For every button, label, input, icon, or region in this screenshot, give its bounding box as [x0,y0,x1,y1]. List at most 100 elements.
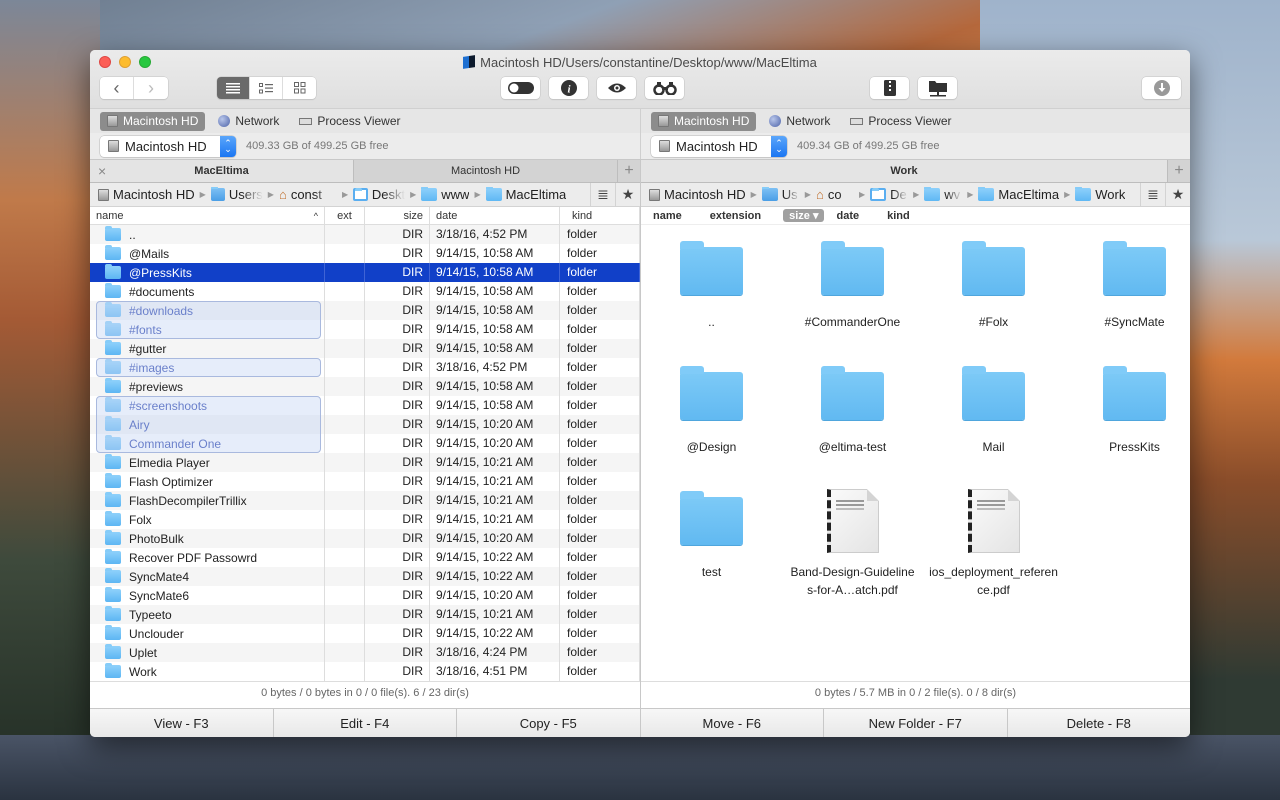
folder-item[interactable]: @Design [641,362,782,487]
column-date[interactable]: date [430,207,560,224]
right-volume-select[interactable]: Macintosh HD ⌃ ⌄ [651,135,787,157]
folder-item[interactable]: .. [641,237,782,362]
folder-item[interactable]: @eltima-test [782,362,923,487]
folder-item[interactable]: #SyncMate [1064,237,1190,362]
network-share-button[interactable] [918,77,957,99]
crumb-home[interactable]: ⌂ co [816,187,854,202]
history-list-button[interactable]: ≣ [590,183,615,206]
sort-by-size[interactable]: size ▾ [783,209,825,222]
file-row[interactable]: PhotoBulk DIR 9/14/15, 10:20 AM folder [90,529,640,548]
crumb-maceltima[interactable]: MacEltima [978,187,1059,202]
delete-f8-button[interactable]: Delete - F8 [1008,709,1191,737]
file-row[interactable]: #fonts DIR 9/14/15, 10:58 AM folder [90,320,640,339]
file-row[interactable]: Flash Optimizer DIR 9/14/15, 10:21 AM folde… [90,472,640,491]
crumb-www[interactable]: wv [924,187,962,202]
crumb-desktop[interactable]: De [870,187,908,202]
history-list-button[interactable]: ≣ [1140,183,1165,206]
file-row[interactable]: SyncMate4 DIR 9/14/15, 10:22 AM folder [90,567,640,586]
folder-item[interactable]: Mail [923,362,1064,487]
file-size: DIR [365,339,430,358]
file-row[interactable]: Airy DIR 9/14/15, 10:20 AM folder [90,415,640,434]
file-row[interactable]: FlashDecompilerTrillix DIR 9/14/15, 10:21 … [90,491,640,510]
folder-item[interactable]: test [641,487,782,612]
file-row[interactable]: #gutter DIR 9/14/15, 10:58 AM folder [90,339,640,358]
favorites-button[interactable]: ★ [1165,183,1190,206]
new-folder-f7-button[interactable]: New Folder - F7 [824,709,1008,737]
sort-by-extension[interactable]: extension [710,210,761,222]
sort-by-name[interactable]: name [653,210,682,222]
download-button[interactable] [1142,77,1181,99]
add-tab-button[interactable]: + [1168,160,1190,182]
right-drive-macintosh-hd[interactable]: Macintosh HD [651,111,757,131]
view-f3-button[interactable]: View - F3 [90,709,274,737]
file-row[interactable]: #documents DIR 9/14/15, 10:58 AM folder [90,282,640,301]
file-row[interactable]: @PressKits DIR 9/14/15, 10:58 AM folder [90,263,640,282]
crumb-work[interactable]: Work [1075,187,1125,202]
left-drive-process-viewer[interactable]: Process Viewer [292,112,407,131]
copy-f5-button[interactable]: Copy - F5 [457,709,641,737]
column-kind[interactable]: kind [560,207,640,224]
quick-look-button[interactable] [597,77,636,99]
forward-button[interactable]: › [134,77,168,99]
move-f6-button[interactable]: Move - F6 [641,709,824,737]
crumb-macintosh-hd[interactable]: Macintosh HD [649,187,746,202]
column-size[interactable]: size [365,207,430,224]
favorites-button[interactable]: ★ [615,183,640,206]
search-button[interactable] [645,77,684,99]
file-row[interactable]: @Mails DIR 9/14/15, 10:58 AM folder [90,244,640,263]
crumb-maceltima[interactable]: MacEltima [485,187,566,202]
file-ext-cell [325,548,365,567]
crumb-macintosh-hd[interactable]: Macintosh HD [98,187,195,202]
sort-by-kind[interactable]: kind [887,210,910,222]
crumb-users[interactable]: Users [210,187,263,202]
back-button[interactable]: ‹ [100,77,134,99]
crumb-home[interactable]: ⌂ const [279,187,337,202]
file-row[interactable]: Recover PDF Passowrd DIR 9/14/15, 10:22 AM… [90,548,640,567]
right-drive-process-viewer[interactable]: Process Viewer [843,112,958,131]
sort-by-date[interactable]: date [836,210,859,222]
crumb-users[interactable]: Us [761,187,800,202]
file-row[interactable]: Uplet DIR 3/18/16, 4:24 PM folder [90,643,640,662]
column-name[interactable]: name ^ [90,207,325,224]
file-row[interactable]: Elmedia Player DIR 9/14/15, 10:21 AM folder [90,453,640,472]
chevron-right-icon: ▶ [410,190,417,199]
file-date: 9/14/15, 10:22 AM [430,624,560,643]
tab-maceltima[interactable]: × MacEltima [90,160,354,182]
file-row[interactable]: SyncMate6 DIR 9/14/15, 10:20 AM folder [90,586,640,605]
right-drive-network[interactable]: Network [762,112,837,131]
file-row[interactable]: #images DIR 3/18/16, 4:52 PM folder [90,358,640,377]
file-row[interactable]: Commander One DIR 9/14/15, 10:20 AM folder [90,434,640,453]
left-drive-macintosh-hd[interactable]: Macintosh HD [100,111,206,131]
file-row[interactable]: .. DIR 3/18/16, 4:52 PM folder [90,225,640,244]
pdf-file-item[interactable]: ios_deployment_reference.pdf [923,487,1064,612]
file-row[interactable]: #downloads DIR 9/14/15, 10:58 AM folder [90,301,640,320]
file-name-cell: Flash Optimizer [90,472,325,491]
file-name: #fonts [129,322,162,337]
left-volume-select[interactable]: Macintosh HD ⌃ ⌄ [100,135,236,157]
column-ext[interactable]: ext [325,207,365,224]
crumb-desktop[interactable]: Deskt [353,187,405,202]
file-row[interactable]: Unclouder DIR 9/14/15, 10:22 AM folder [90,624,640,643]
add-tab-button[interactable]: + [618,160,640,182]
tab-macintosh-hd[interactable]: Macintosh HD [354,160,618,182]
left-drive-network[interactable]: Network [211,112,286,131]
folder-item[interactable]: PressKits [1064,362,1190,487]
list-view-button[interactable] [217,77,250,99]
close-tab-icon[interactable]: × [98,163,106,179]
folder-item[interactable]: #CommanderOne [782,237,923,362]
archive-button[interactable] [870,77,909,99]
file-row[interactable]: #screenshoots DIR 9/14/15, 10:58 AM folder [90,396,640,415]
file-row[interactable]: Work DIR 3/18/16, 4:51 PM folder [90,662,640,681]
pdf-file-item[interactable]: Band-Design-Guidelines-for-A…atch.pdf [782,487,923,612]
file-row[interactable]: #previews DIR 9/14/15, 10:58 AM folder [90,377,640,396]
file-row[interactable]: Typeeto DIR 9/14/15, 10:21 AM folder [90,605,640,624]
tab-work[interactable]: Work [641,160,1168,182]
crumb-www[interactable]: www [421,187,469,202]
hidden-files-toggle[interactable] [501,77,540,99]
folder-item[interactable]: #Folx [923,237,1064,362]
edit-f4-button[interactable]: Edit - F4 [274,709,457,737]
file-row[interactable]: Folx DIR 9/14/15, 10:21 AM folder [90,510,640,529]
info-button[interactable]: i [549,77,588,99]
detail-view-button[interactable] [250,77,283,99]
icon-view-button[interactable] [283,77,316,99]
